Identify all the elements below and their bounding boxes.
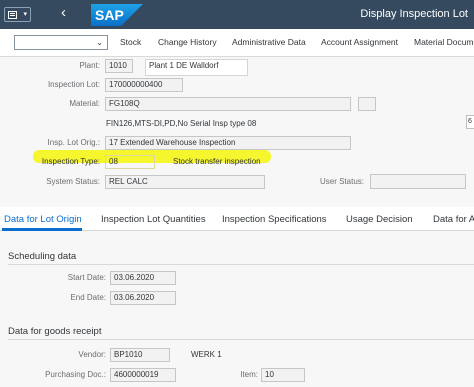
inspection-type-field[interactable]: 08 [105, 155, 155, 169]
vendor-label: Vendor: [78, 350, 106, 359]
header-form: Plant: 1010 Plant 1 DE Walldorf Inspecti… [0, 57, 474, 207]
end-date-label: End Date: [70, 293, 106, 302]
goods-receipt-divider [8, 339, 474, 340]
material-field[interactable]: FG108Q [105, 97, 351, 111]
app-title: Display Inspection Lot [360, 8, 468, 20]
tab-usage-decision[interactable]: Usage Decision [346, 214, 413, 225]
system-status-field[interactable]: REL CALC [105, 175, 265, 189]
scheduling-data-title: Scheduling data [8, 251, 77, 262]
sap-logo: SAP [91, 4, 143, 26]
sap-logo-text: SAP [95, 7, 124, 23]
tab-strip: Data for Lot Origin Inspection Lot Quant… [0, 207, 474, 231]
change-history-button[interactable]: Change History [158, 37, 217, 47]
chevron-down-icon: ⌄ [96, 38, 103, 47]
inspection-type-label: Inspection Type: [41, 157, 100, 166]
insp-lot-origin-field[interactable]: 17 Extended Warehouse Inspection [105, 136, 351, 150]
vendor-field[interactable]: BP1010 [110, 348, 170, 362]
account-assignment-button[interactable]: Account Assignment [321, 37, 398, 47]
system-status-label: System Status: [46, 177, 100, 186]
user-status-label: User Status: [319, 177, 364, 186]
purchasing-doc-field[interactable]: 4600000019 [110, 368, 176, 382]
inspection-lot-field[interactable]: 170000000400 [105, 78, 183, 92]
insp-lot-origin-label: Insp. Lot Orig.: [47, 138, 100, 147]
back-icon[interactable]: ‹ [61, 4, 66, 22]
end-date-field[interactable]: 03.06.2020 [110, 291, 176, 305]
administrative-data-button[interactable]: Administrative Data [232, 37, 306, 47]
tab-content: Scheduling data Start Date: 03.06.2020 E… [0, 231, 474, 387]
menu-icon [8, 11, 17, 19]
inspection-type-description: Stock transfer inspection [173, 157, 261, 166]
menu-button[interactable]: ▾ [4, 7, 31, 22]
tab-inspection-lot-quantities[interactable]: Inspection Lot Quantities [101, 214, 206, 225]
scheduling-divider [8, 264, 474, 265]
vendor-description: WERK 1 [191, 350, 222, 359]
shell-header: ▾ ‹ SAP Display Inspection Lot [0, 0, 474, 29]
material-aux-field[interactable] [358, 97, 376, 111]
purchasing-doc-label: Purchasing Doc.: [45, 370, 106, 379]
stock-button[interactable]: Stock [120, 37, 141, 47]
tab-inspection-specifications[interactable]: Inspection Specifications [222, 214, 327, 225]
material-description: FIN126,MTS-DI,PD,No Serial Insp type 08 [106, 119, 257, 128]
side-button[interactable]: 6 [466, 115, 474, 129]
item-label: Item: [240, 370, 258, 379]
tab-data-for-lot-origin[interactable]: Data for Lot Origin [4, 214, 82, 225]
plant-field[interactable]: 1010 [105, 59, 133, 73]
plant-label: Plant: [79, 61, 100, 70]
goods-receipt-title: Data for goods receipt [8, 326, 102, 337]
start-date-label: Start Date: [67, 273, 106, 282]
chevron-down-icon: ▾ [23, 11, 27, 18]
material-label: Material: [69, 99, 100, 108]
variant-select[interactable]: ⌄ [14, 35, 108, 50]
plant-description: Plant 1 DE Walldorf [145, 59, 248, 76]
item-field[interactable]: 10 [261, 368, 305, 382]
tab-data-for-a[interactable]: Data for A [433, 214, 474, 225]
user-status-field[interactable] [370, 174, 466, 189]
toolbar: ⌄ Stock Change History Administrative Da… [0, 29, 474, 57]
inspection-lot-label: Inspection Lot: [47, 80, 100, 89]
material-document-button[interactable]: Material Document [414, 37, 474, 47]
start-date-field[interactable]: 03.06.2020 [110, 271, 176, 285]
